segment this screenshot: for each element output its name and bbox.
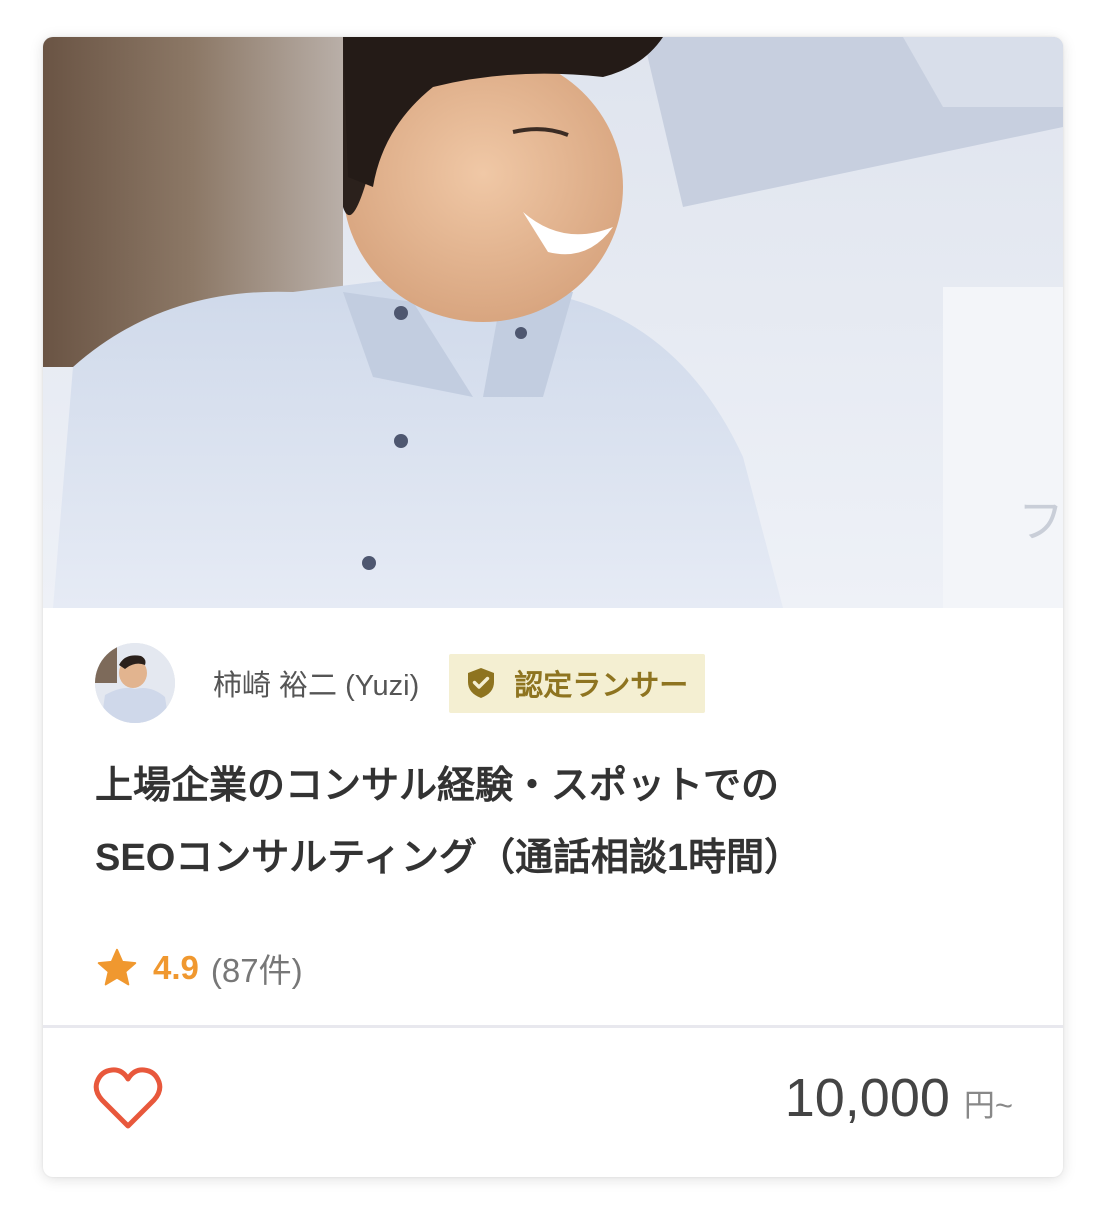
rating: 4.9 (87件) xyxy=(95,943,303,993)
star-icon xyxy=(97,948,137,986)
price-unit: 円~ xyxy=(963,1088,1013,1123)
service-title-line-1: 上場企業のコンサル経験・スポットでの xyxy=(95,765,780,807)
svg-text:フ: フ xyxy=(1018,494,1063,548)
rating-score: 4.9 xyxy=(153,949,199,986)
price: 10,000 円~ xyxy=(785,1067,1013,1129)
certified-lancer-badge: 認定ランサー xyxy=(449,653,706,713)
heart-outline-icon xyxy=(93,1067,163,1129)
price-value: 10,000 xyxy=(784,1068,950,1128)
service-card[interactable]: フ 柿崎 裕二 (Yuzi) 認定ランサー 上場企業のコンサル経験・スポットでの… xyxy=(43,37,1063,1177)
divider xyxy=(43,1025,1063,1028)
seller-name[interactable]: 柿崎 裕二 (Yuzi) xyxy=(213,662,419,704)
verified-shield-check-icon xyxy=(468,668,495,698)
seller-avatar[interactable] xyxy=(95,643,175,723)
badge-label: 認定ランサー xyxy=(514,670,689,702)
seller-info: 柿崎 裕二 (Yuzi) 認定ランサー xyxy=(95,643,706,723)
favorite-button[interactable] xyxy=(93,1066,163,1132)
service-title-line-2: SEOコンサルティング（通話相談1時間） xyxy=(95,837,803,879)
service-thumbnail-image[interactable]: フ xyxy=(43,37,1063,608)
service-title[interactable]: 上場企業のコンサル経験・スポットでの SEOコンサルティング（通話相談1時間） xyxy=(95,750,995,894)
rating-count: (87件) xyxy=(210,952,303,989)
